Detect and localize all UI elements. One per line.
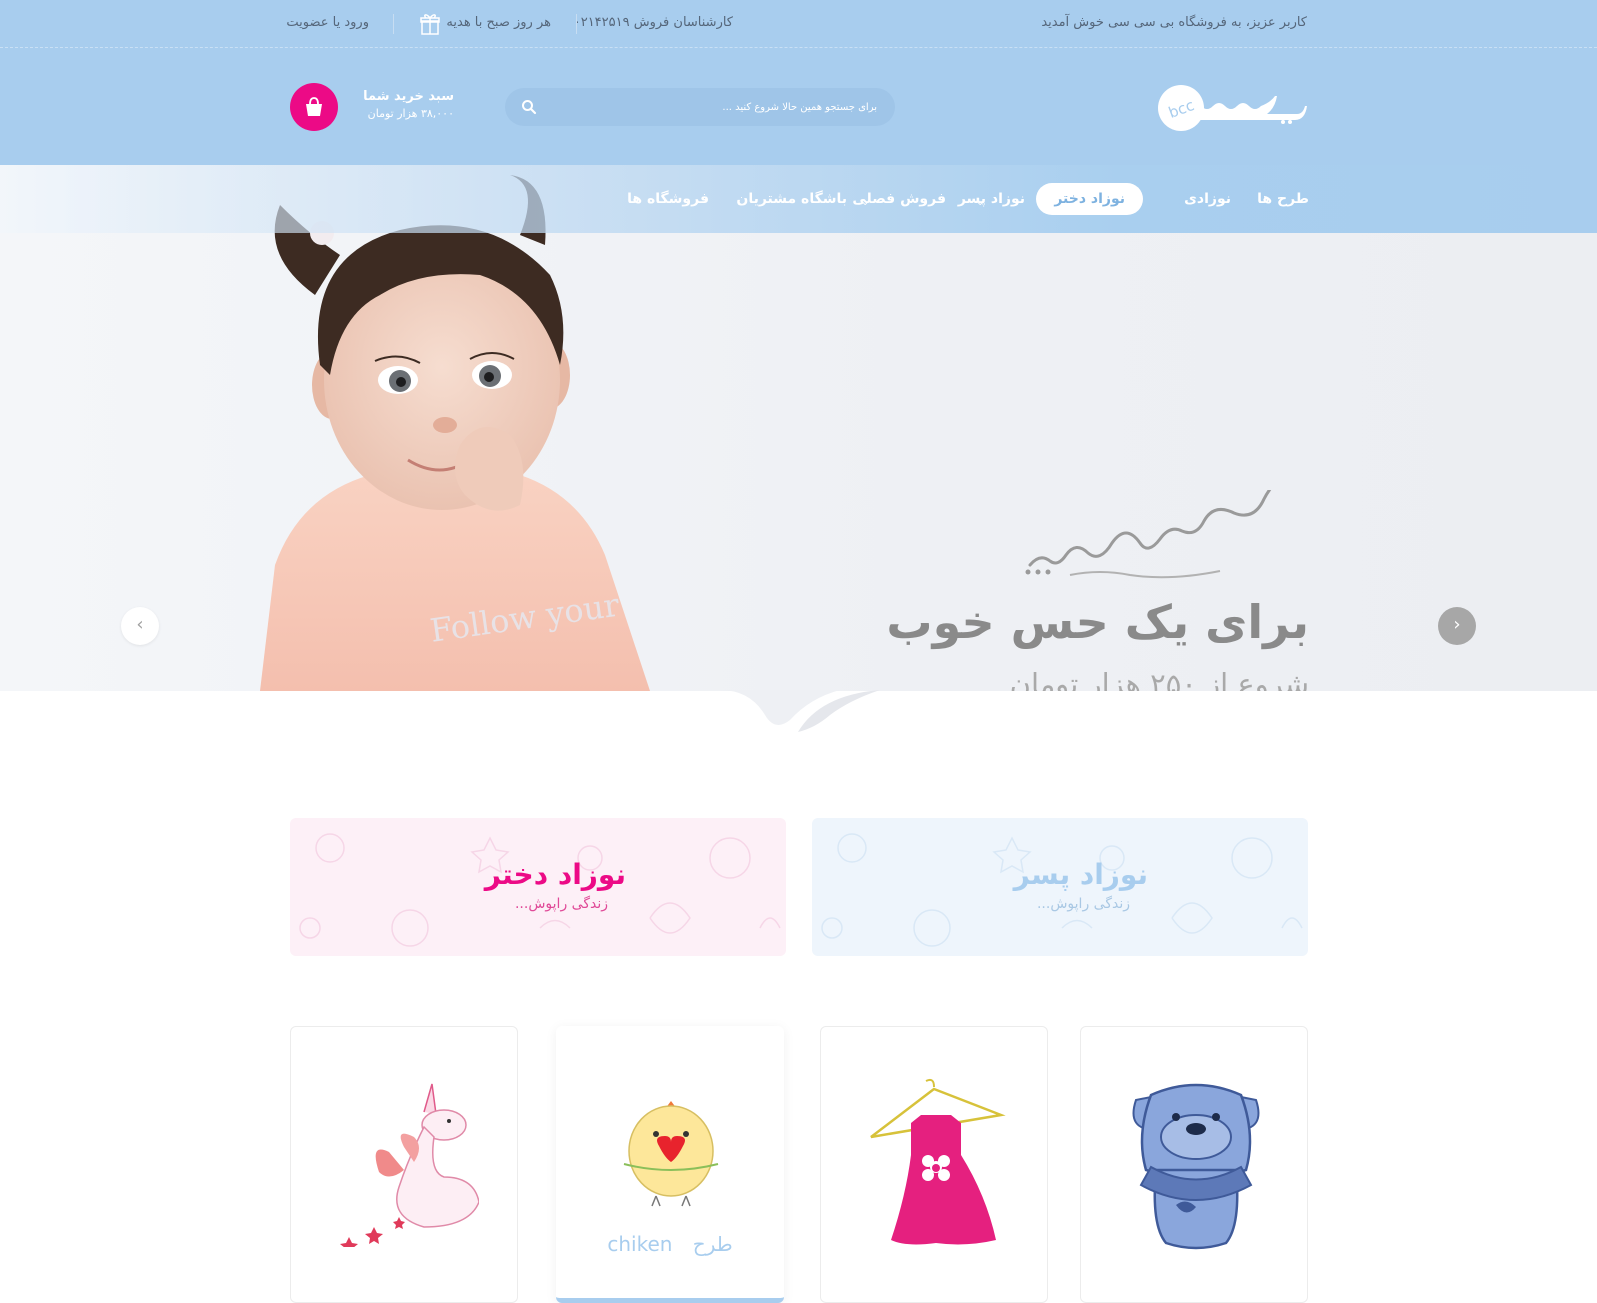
search-bar [505, 88, 895, 126]
nav-item-customer-club[interactable]: باشگاه مشتریان [736, 183, 847, 215]
hero-baby-photo: Follow your [260, 175, 650, 691]
design-label: chiken طرح [556, 1232, 784, 1256]
category-subtitle: زندگی راپوش... [514, 896, 608, 912]
sales-phone-text: کارشناسان فروش ۰۲۱۴۲۵۱۹ [573, 15, 733, 30]
slider-prev-button[interactable]: ‹ [121, 607, 159, 645]
divider [576, 14, 577, 34]
main-nav: طرح ها نوزادی نوزاد دختر نوزاد پسر ⌄ فرو… [0, 165, 1597, 233]
login-link[interactable]: ورود یا عضویت [286, 15, 369, 30]
nav-item-designs[interactable]: طرح ها [1257, 183, 1309, 215]
cart-button[interactable] [290, 83, 338, 131]
dress-icon [870, 1078, 1006, 1245]
chevron-left-icon: ‹ [136, 614, 144, 635]
category-subtitle: زندگی راپوش... [1036, 896, 1130, 912]
nav-item-newborn-girl[interactable]: نوزاد دختر [1036, 183, 1143, 215]
design-label-en: chiken [607, 1232, 673, 1256]
divider [393, 14, 394, 34]
nav-item-newborn[interactable]: نوزادی [1184, 183, 1231, 215]
design-card-dress[interactable] [820, 1026, 1048, 1303]
gift-icon [420, 13, 440, 35]
search-input[interactable] [557, 88, 877, 126]
category-title: نوزاد دختر [484, 858, 626, 891]
cart-total: ۳۸,۰۰۰ هزار تومان [367, 107, 454, 120]
nav-item-stores[interactable]: فروشگاه ها [627, 183, 709, 215]
top-bar: کاربر عزیز، به فروشگاه بی سی سی خوش آمدی… [0, 0, 1597, 48]
design-card-chick[interactable]: chiken طرح [556, 1026, 784, 1303]
gift-link[interactable]: هر روز صبح با هدیه [446, 15, 551, 30]
bulldog-icon [1132, 1083, 1260, 1250]
chevron-right-icon: › [1453, 614, 1461, 635]
search-icon[interactable] [521, 99, 537, 115]
chevron-down-icon[interactable]: ⌄ [976, 197, 984, 208]
design-card-unicorn[interactable] [290, 1026, 518, 1303]
chick-icon [623, 1101, 719, 1207]
site-header: کاربر عزیز، به فروشگاه بی سی سی خوش آمدی… [0, 0, 1597, 165]
site-logo[interactable]: bcc [1157, 84, 1309, 134]
cart-title: سبد خرید شما [363, 89, 454, 104]
design-label-fa: طرح [692, 1232, 733, 1256]
slider-next-button[interactable]: › [1438, 607, 1476, 645]
hero-headline: برای یک حس خوب [886, 595, 1309, 649]
hero-slider: Follow your برای یک حس خوب شروع از ۲۵۰ ه… [0, 165, 1597, 691]
hero-subline: شروع از ۲۵۰ هزار تومان [1009, 667, 1309, 691]
chevron-down-icon[interactable]: ⌄ [861, 197, 869, 208]
category-title: نوزاد پسر [1013, 858, 1148, 891]
welcome-text: کاربر عزیز، به فروشگاه بی سی سی خوش آمدی… [1041, 15, 1307, 30]
category-card-boy[interactable]: نوزاد پسر زندگی راپوش... [812, 818, 1308, 956]
design-card-bulldog[interactable] [1080, 1026, 1308, 1303]
hero-script-lettering [1025, 490, 1272, 579]
nav-item-newborn-boy[interactable]: نوزاد پسر [958, 183, 1025, 215]
category-card-girl[interactable]: نوزاد دختر زندگی راپوش... [290, 818, 786, 956]
unicorn-icon [340, 1083, 479, 1247]
hero-bottom-curve [680, 690, 930, 732]
shopping-bag-icon [306, 97, 322, 116]
